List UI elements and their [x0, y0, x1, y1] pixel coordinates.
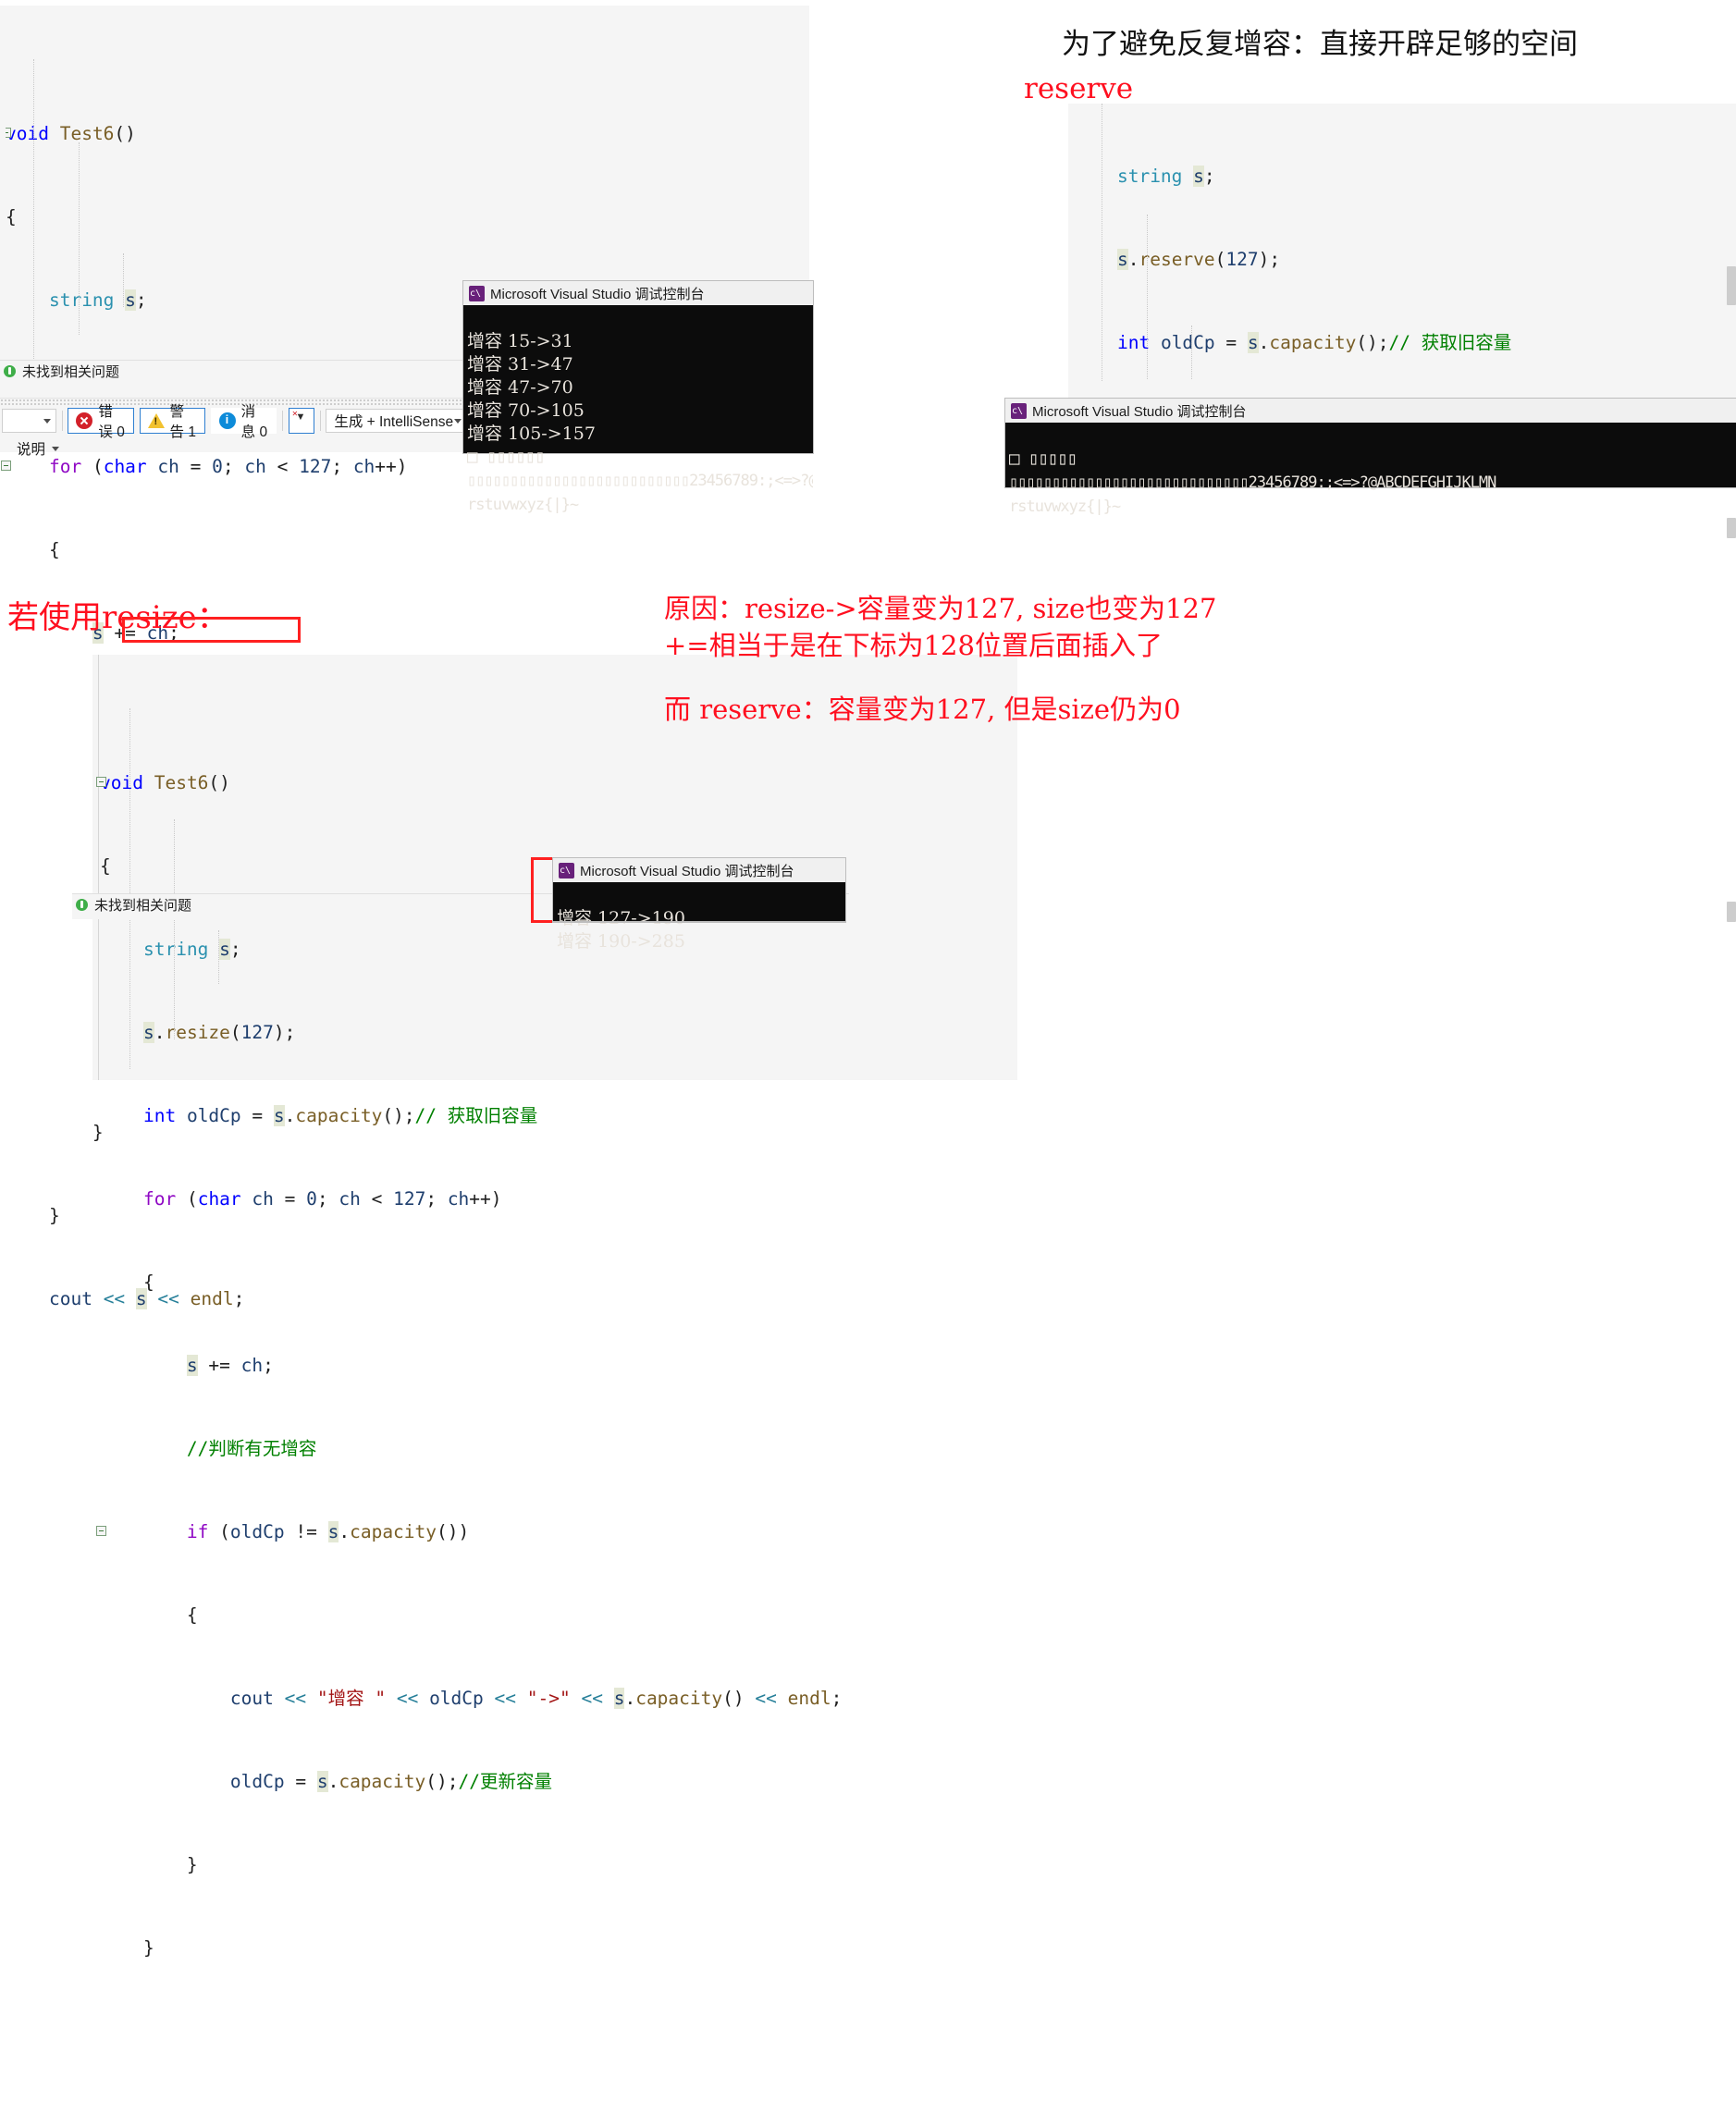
code-line: {: [100, 1604, 198, 1626]
messages-chip[interactable]: 消息 0: [210, 404, 277, 440]
code-line: }: [100, 1854, 198, 1875]
annotation-reason-line3: 而 reserve：容量变为127, 但是size仍为0: [664, 694, 1181, 725]
code-line: //判断有无增容: [186, 1438, 317, 1459]
console-title-label: Microsoft Visual Studio 调试控制台: [1032, 403, 1247, 420]
indent-guide: [1147, 215, 1148, 379]
console-garbled-line: rstuvwxyz{|}~: [467, 496, 579, 514]
error-list-top-left: 未找到相关问题 错误 0 警告 1 消息 0 生成 + IntelliSense…: [0, 360, 467, 458]
indent-guide: [1191, 326, 1192, 379]
errors-chip[interactable]: 错误 0: [68, 404, 134, 440]
console-garbled-line: rstuvwxyz{|}~: [1009, 498, 1121, 516]
build-filter-combo[interactable]: 生成 + IntelliSense: [326, 409, 467, 433]
console-garbled-line: □ ▯▯▯▯▯: [1009, 448, 1077, 469]
ok-status-icon: [4, 364, 16, 377]
description-label: 说明: [17, 442, 46, 458]
console-line: 增容 105->157: [467, 424, 596, 444]
chevron-down-icon: [43, 418, 51, 424]
editor-gutter-strip: [98, 655, 99, 1080]
warning-icon: [147, 413, 165, 428]
console-app-icon: [469, 285, 485, 301]
code-line: void Test6(): [96, 769, 1017, 797]
code-line: cout << "增容 " << oldCp << "->" << s.capa…: [229, 1688, 843, 1709]
console-garbled-line: ▯▯▯▯▯▯▯▯▯▯▯▯▯▯▯▯▯▯▯▯▯▯▯▯▯▯▯▯23456789:;<=…: [1009, 473, 1496, 492]
console-window-two[interactable]: Microsoft Visual Studio 调试控制台 □ ▯▯▯▯▯ ▯▯…: [1005, 399, 1736, 516]
collapse-icon[interactable]: [1, 461, 11, 471]
error-list-status: 未找到相关问题: [0, 360, 467, 381]
indent-guide: [174, 819, 175, 1039]
error-list-status-label: 未找到相关问题: [94, 897, 192, 914]
console-garbled-line: □ ▯▯▯▯▯▯: [467, 447, 546, 467]
console-line: 增容 47->70: [467, 377, 573, 398]
editor-left-margin: [0, 6, 6, 362]
indent-guide: [79, 142, 80, 335]
reserve-label: reserve: [1024, 72, 1134, 105]
code-line: oldCp = s.capacity();//更新容量: [229, 1771, 552, 1792]
console-app-icon: [1011, 402, 1027, 419]
console-line: 增容 127->190: [557, 908, 685, 928]
collapse-icon[interactable]: [96, 777, 106, 787]
chevron-down-icon: [453, 418, 462, 424]
console-line: 增容 31->47: [467, 354, 573, 375]
code-line: void Test6(): [1, 120, 809, 148]
build-filter-label: 生成 + IntelliSense: [334, 414, 454, 430]
resize-call-highlight: [122, 617, 301, 643]
heading-avoid-realloc: 为了避免反复增容：直接开辟足够的空间: [1062, 28, 1578, 61]
code-line: int oldCp = s.capacity();// 获取旧容量: [142, 1105, 538, 1126]
console-title-bar[interactable]: Microsoft Visual Studio 调试控制台: [553, 858, 845, 882]
code-line: int oldCp = s.capacity();// 获取旧容量: [1116, 332, 1512, 353]
code-line: {: [6, 206, 17, 227]
scrollbar-thumb-lower[interactable]: [1727, 518, 1736, 538]
console-title-label: Microsoft Visual Studio 调试控制台: [580, 863, 794, 879]
code-line: string s;: [1116, 166, 1215, 187]
indent-guide: [123, 253, 124, 307]
clear-filter-icon[interactable]: [288, 408, 314, 434]
ok-status-icon: [76, 898, 88, 911]
error-list-toolbar[interactable]: 错误 0 警告 1 消息 0 生成 + IntelliSense: [0, 404, 467, 440]
console-title-label: Microsoft Visual Studio 调试控制台: [490, 286, 705, 302]
code-line: s.resize(127);: [142, 1022, 296, 1043]
scope-combo[interactable]: [2, 409, 56, 433]
chevron-down-icon: [52, 446, 60, 451]
console-title-bar[interactable]: Microsoft Visual Studio 调试控制台: [1005, 399, 1736, 423]
toolbar-separator: [319, 411, 321, 431]
scrollbar-thumb-bottom[interactable]: [1727, 902, 1736, 922]
console-line: 增容 70->105: [467, 400, 585, 421]
console-garbled-line: ▯▯▯▯▯▯▯▯▯▯▯▯▯▯▯▯▯▯▯▯▯▯▯▯▯▯23456789:;<=>?…: [467, 472, 813, 490]
toolbar-separator: [61, 411, 63, 431]
indent-guide: [129, 708, 130, 1069]
warnings-chip[interactable]: 警告 1: [139, 404, 205, 440]
error-list-column-header[interactable]: 说明: [0, 436, 467, 461]
console-output: 增容 15->31 增容 31->47 增容 47->70 增容 70->105…: [463, 305, 813, 542]
code-editor-reserve[interactable]: string s; s.reserve(127); int oldCp = s.…: [1068, 104, 1736, 411]
error-icon: [76, 412, 93, 429]
indent-guide: [218, 930, 219, 984]
warnings-label: 警告 1: [169, 404, 196, 440]
code-line: for (char ch = 0; ch < 127; ch++): [142, 1188, 502, 1210]
error-list-grip[interactable]: [0, 398, 467, 405]
error-list-status-label: 未找到相关问题: [22, 363, 120, 380]
indent-guide: [33, 59, 34, 364]
info-icon: [218, 412, 236, 429]
code-line: {: [100, 1272, 154, 1293]
console-line: 增容 190->285: [557, 931, 685, 952]
code-line: }: [100, 1937, 154, 1959]
collapse-icon[interactable]: [96, 1526, 106, 1536]
annotation-reason-line1: 原因：resize->容量变为127, size也变为127: [664, 593, 1217, 624]
code-line: s.reserve(127);: [1116, 249, 1281, 270]
console-line: 增容 15->31: [467, 331, 573, 351]
errors-label: 错误 0: [98, 404, 125, 440]
scrollbar-thumb-upper[interactable]: [1727, 266, 1736, 305]
console-app-icon: [559, 862, 574, 878]
console-output: □ ▯▯▯▯▯ ▯▯▯▯▯▯▯▯▯▯▯▯▯▯▯▯▯▯▯▯▯▯▯▯▯▯▯▯2345…: [1005, 423, 1736, 544]
toolbar-separator: [281, 411, 283, 431]
console-output: 增容 127->190 增容 190->285: [553, 882, 845, 978]
annotation-reason-line2: +=相当于是在下标为128位置后面插入了: [664, 630, 1163, 661]
console-title-bar[interactable]: Microsoft Visual Studio 调试控制台: [463, 281, 813, 305]
messages-label: 消息 0: [240, 404, 268, 440]
code-line: s += ch;: [186, 1355, 274, 1376]
code-line: if (oldCp != s.capacity()): [96, 1518, 1017, 1546]
console-window-three[interactable]: Microsoft Visual Studio 调试控制台 增容 127->19…: [553, 858, 845, 952]
console-window-one[interactable]: Microsoft Visual Studio 调试控制台 增容 15->31 …: [463, 281, 813, 514]
